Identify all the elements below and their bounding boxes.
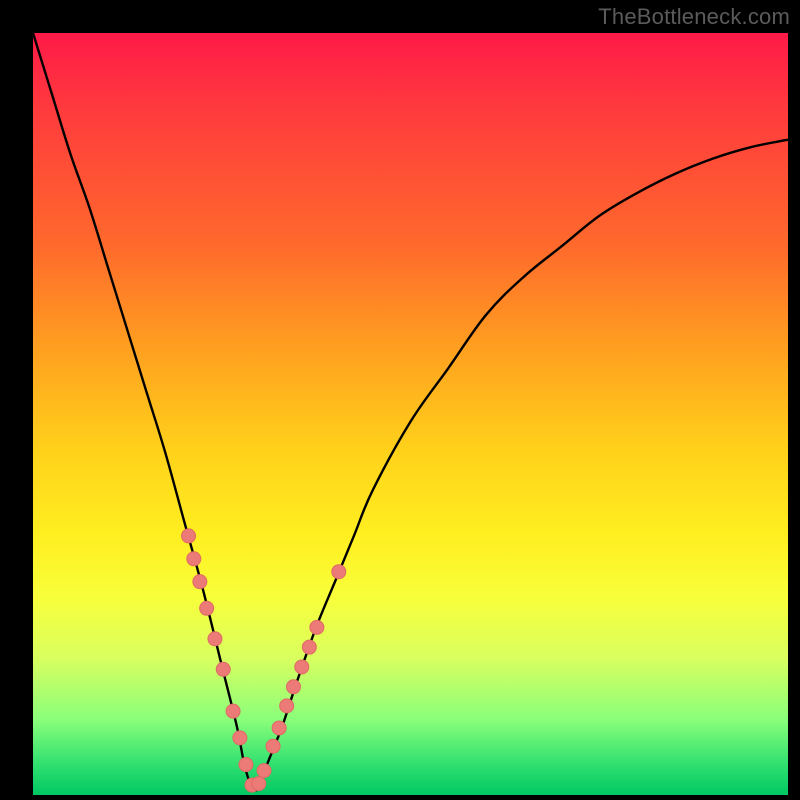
- data-point-marker: [286, 680, 300, 694]
- bottleneck-curve-svg: [33, 33, 788, 795]
- data-point-marker: [216, 662, 230, 676]
- data-point-marker: [233, 731, 247, 745]
- data-point-marker: [226, 704, 240, 718]
- bottleneck-curve: [33, 33, 788, 790]
- data-point-marker: [332, 565, 346, 579]
- plot-area: [33, 33, 788, 795]
- watermark-text: TheBottleneck.com: [598, 4, 790, 30]
- data-point-marker: [295, 660, 309, 674]
- data-point-marker: [310, 620, 324, 634]
- data-point-marker: [272, 721, 286, 735]
- data-point-marker: [280, 699, 294, 713]
- data-point-marker: [200, 601, 214, 615]
- data-point-marker: [208, 632, 222, 646]
- data-point-marker: [252, 777, 266, 791]
- data-point-marker: [187, 552, 201, 566]
- data-point-marker: [193, 575, 207, 589]
- marker-group: [182, 529, 346, 792]
- data-point-marker: [239, 758, 253, 772]
- data-point-marker: [257, 764, 271, 778]
- data-point-marker: [266, 739, 280, 753]
- data-point-marker: [302, 640, 316, 654]
- chart-frame: TheBottleneck.com: [0, 0, 800, 800]
- data-point-marker: [182, 529, 196, 543]
